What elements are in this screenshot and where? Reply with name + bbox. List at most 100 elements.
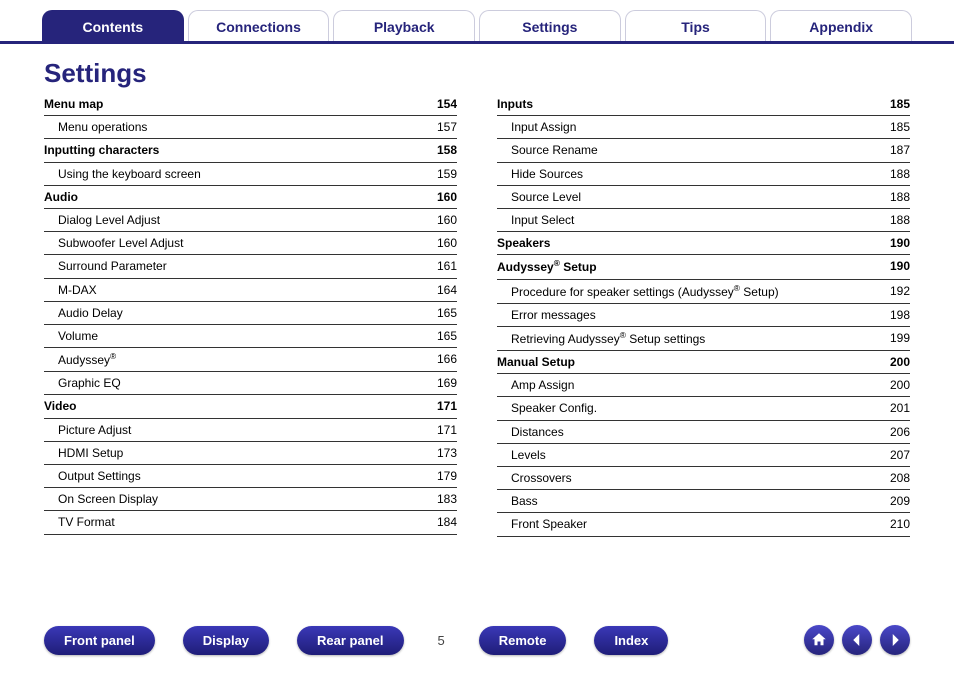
toc-label: Distances	[497, 424, 564, 440]
toc-page: 185	[880, 119, 910, 135]
toc-label: Output Settings	[44, 468, 141, 484]
toc-item[interactable]: Picture Adjust171	[44, 419, 457, 442]
toc-label: Error messages	[497, 307, 596, 323]
toc-item[interactable]: Levels 207	[497, 444, 910, 467]
toc-label: Crossovers	[497, 470, 572, 486]
toc-page: 165	[427, 305, 457, 321]
toc-item[interactable]: HDMI Setup173	[44, 442, 457, 465]
toc-page: 185	[880, 96, 910, 112]
home-icon[interactable]	[804, 625, 834, 655]
toc-section[interactable]: Audio160	[44, 186, 457, 209]
toc-page: 154	[427, 96, 457, 112]
toc-label: Input Select	[497, 212, 574, 228]
toc-section[interactable]: Speakers190	[497, 232, 910, 255]
toc-item[interactable]: Dialog Level Adjust160	[44, 209, 457, 232]
toc-page: 188	[880, 212, 910, 228]
toc-item[interactable]: Retrieving Audyssey® Setup settings 199	[497, 327, 910, 351]
toc-column-left: Menu map154Menu operations157Inputting c…	[44, 93, 457, 537]
toc-item[interactable]: Distances206	[497, 421, 910, 444]
toc-label: M-DAX	[44, 282, 97, 298]
toc-item[interactable]: Hide Sources 188	[497, 163, 910, 186]
toc-label: Speaker Config.	[497, 400, 597, 416]
toc-label: Graphic EQ	[44, 375, 121, 391]
toc-item[interactable]: Audio Delay165	[44, 302, 457, 325]
toc-item[interactable]: On Screen Display 183	[44, 488, 457, 511]
toc-page: 184	[427, 514, 457, 530]
tab-connections[interactable]: Connections	[188, 10, 330, 41]
toc-page: 190	[880, 258, 910, 275]
toc-section[interactable]: Manual Setup200	[497, 351, 910, 374]
toc-label: Inputs	[497, 96, 533, 112]
toc-label: Front Speaker	[497, 516, 587, 532]
toc-page: 188	[880, 166, 910, 182]
toc-section[interactable]: Video171	[44, 395, 457, 418]
toc-label: Using the keyboard screen	[44, 166, 201, 182]
nav-icon-group	[804, 625, 910, 655]
tab-contents[interactable]: Contents	[42, 10, 184, 41]
toc-label: Video	[44, 398, 76, 414]
toc-item[interactable]: Amp Assign200	[497, 374, 910, 397]
toc-item[interactable]: Input Assign 185	[497, 116, 910, 139]
prev-page-icon[interactable]	[842, 625, 872, 655]
toc-label: Input Assign	[497, 119, 576, 135]
footer-button-front-panel[interactable]: Front panel	[44, 626, 155, 655]
toc-item[interactable]: Output Settings 179	[44, 465, 457, 488]
toc-item[interactable]: Front Speaker210	[497, 513, 910, 536]
toc-label: Hide Sources	[497, 166, 583, 182]
toc-section[interactable]: Menu map154	[44, 93, 457, 116]
toc-item[interactable]: M-DAX 164	[44, 279, 457, 302]
toc-page: 179	[427, 468, 457, 484]
toc-page: 169	[427, 375, 457, 391]
footer-button-display[interactable]: Display	[183, 626, 269, 655]
toc-page: 165	[427, 328, 457, 344]
toc-item[interactable]: Surround Parameter161	[44, 255, 457, 278]
toc-item[interactable]: Menu operations157	[44, 116, 457, 139]
toc-item[interactable]: Graphic EQ 169	[44, 372, 457, 395]
toc-page: 183	[427, 491, 457, 507]
toc-label: Retrieving Audyssey® Setup settings	[497, 330, 705, 347]
toc-item[interactable]: Input Select 188	[497, 209, 910, 232]
toc-item[interactable]: TV Format184	[44, 511, 457, 534]
tab-tips[interactable]: Tips	[625, 10, 767, 41]
footer-button-index[interactable]: Index	[594, 626, 668, 655]
toc-item[interactable]: Using the keyboard screen159	[44, 163, 457, 186]
footer-button-rear-panel[interactable]: Rear panel	[297, 626, 403, 655]
toc-label: Dialog Level Adjust	[44, 212, 160, 228]
toc-section[interactable]: Audyssey® Setup190	[497, 255, 910, 279]
toc-page: 187	[880, 142, 910, 158]
toc-column-right: Inputs 185 Input Assign 185 Source Rename187…	[497, 93, 910, 537]
tab-playback[interactable]: Playback	[333, 10, 475, 41]
top-tab-bar: ContentsConnectionsPlaybackSettingsTipsA…	[0, 0, 954, 44]
tab-settings[interactable]: Settings	[479, 10, 621, 41]
toc-item[interactable]: Error messages198	[497, 304, 910, 327]
toc-label: Surround Parameter	[44, 258, 167, 274]
toc-item[interactable]: Crossovers 208	[497, 467, 910, 490]
toc-page: 208	[880, 470, 910, 486]
toc-page: 166	[427, 351, 457, 368]
toc-item[interactable]: Volume165	[44, 325, 457, 348]
toc-label: On Screen Display	[44, 491, 158, 507]
toc-page: 160	[427, 235, 457, 251]
toc-page: 199	[880, 330, 910, 347]
toc-item[interactable]: Bass209	[497, 490, 910, 513]
toc-label: Subwoofer Level Adjust	[44, 235, 183, 251]
toc-item[interactable]: Source Rename187	[497, 139, 910, 162]
toc-item[interactable]: Subwoofer Level Adjust 160	[44, 232, 457, 255]
toc-item[interactable]: Speaker Config.201	[497, 397, 910, 420]
tab-appendix[interactable]: Appendix	[770, 10, 912, 41]
toc-page: 160	[427, 189, 457, 205]
toc-section[interactable]: Inputting characters158	[44, 139, 457, 162]
toc-section[interactable]: Inputs 185	[497, 93, 910, 116]
toc-page: 200	[880, 354, 910, 370]
next-page-icon[interactable]	[880, 625, 910, 655]
toc-item[interactable]: Procedure for speaker settings (Audyssey…	[497, 280, 910, 304]
toc-item[interactable]: Source Level188	[497, 186, 910, 209]
toc-page: 209	[880, 493, 910, 509]
toc-item[interactable]: Audyssey®166	[44, 348, 457, 372]
toc-label: Amp Assign	[497, 377, 574, 393]
toc-page: 164	[427, 282, 457, 298]
toc-label: Levels	[497, 447, 546, 463]
toc-page: 207	[880, 447, 910, 463]
footer-button-remote[interactable]: Remote	[479, 626, 567, 655]
toc-page: 157	[427, 119, 457, 135]
